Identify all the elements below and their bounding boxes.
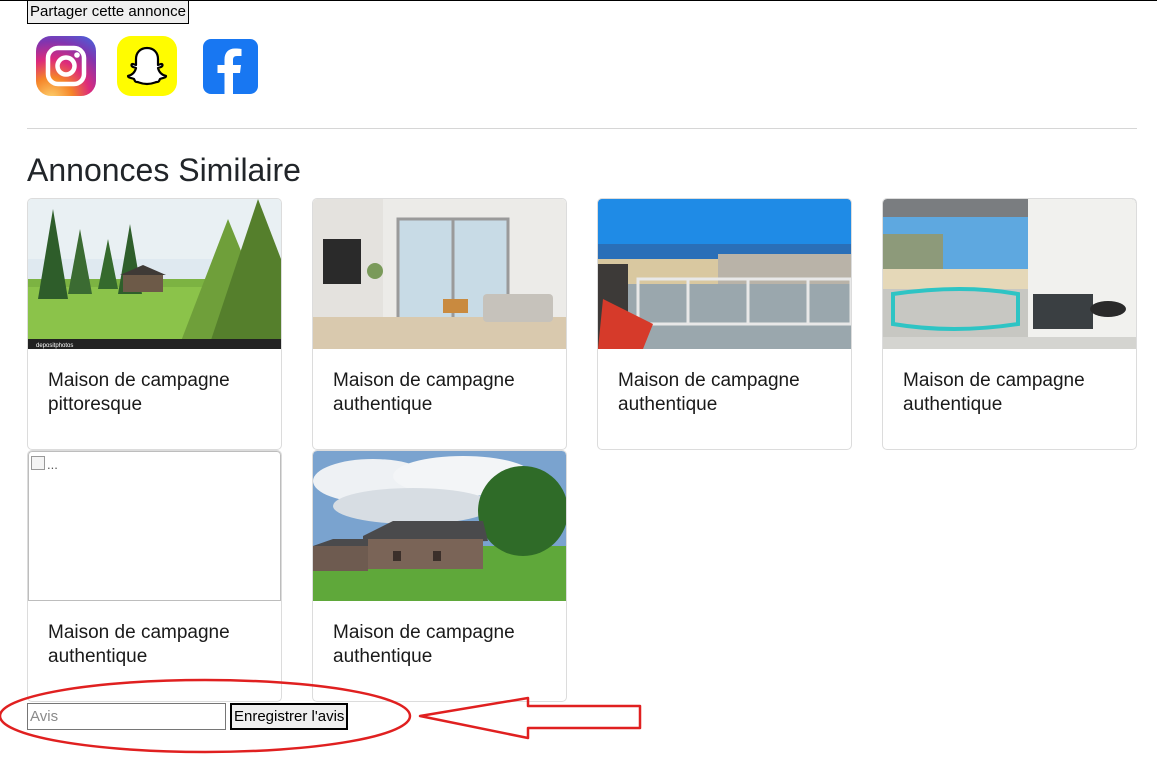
- share-listing-button[interactable]: Partager cette annonce: [27, 0, 189, 24]
- listing-title[interactable]: Maison de campagne pittoresque: [48, 369, 268, 417]
- listing-image[interactable]: [883, 199, 1136, 349]
- listing-title[interactable]: Maison de campagne authentique: [903, 369, 1123, 417]
- similar-listings-heading: Annonces Similaire: [27, 152, 301, 188]
- watermark: depositphotos: [36, 343, 73, 349]
- listing-image[interactable]: [313, 451, 566, 601]
- listing-title[interactable]: Maison de campagne authentique: [333, 369, 553, 417]
- listing-card[interactable]: Maison de campagne authentique: [597, 198, 852, 450]
- facebook-icon[interactable]: [199, 35, 261, 97]
- listing-image[interactable]: depositphotos: [28, 199, 281, 349]
- annotation-arrow: [418, 696, 642, 740]
- broken-image-icon: [31, 456, 45, 470]
- listing-card[interactable]: ... Maison de campagne authentique: [27, 450, 282, 702]
- listing-title[interactable]: Maison de campagne authentique: [618, 369, 838, 417]
- instagram-icon[interactable]: [35, 35, 97, 97]
- listing-title[interactable]: Maison de campagne authentique: [333, 621, 553, 669]
- listing-card[interactable]: Maison de campagne authentique: [882, 198, 1137, 450]
- snapchat-icon[interactable]: [116, 35, 178, 97]
- listing-card[interactable]: Maison de campagne authentique: [312, 198, 567, 450]
- listing-image[interactable]: [598, 199, 851, 349]
- listing-title[interactable]: Maison de campagne authentique: [48, 621, 268, 669]
- listing-image[interactable]: [313, 199, 566, 349]
- listing-image-broken[interactable]: ...: [28, 451, 281, 601]
- image-alt-text: ...: [47, 457, 58, 472]
- section-divider: [27, 128, 1137, 129]
- listing-card[interactable]: Maison de campagne authentique: [312, 450, 567, 702]
- listing-card[interactable]: depositphotos Maison de campagne pittore…: [27, 198, 282, 450]
- save-review-button[interactable]: Enregistrer l'avis: [230, 703, 349, 730]
- review-input[interactable]: [27, 703, 226, 730]
